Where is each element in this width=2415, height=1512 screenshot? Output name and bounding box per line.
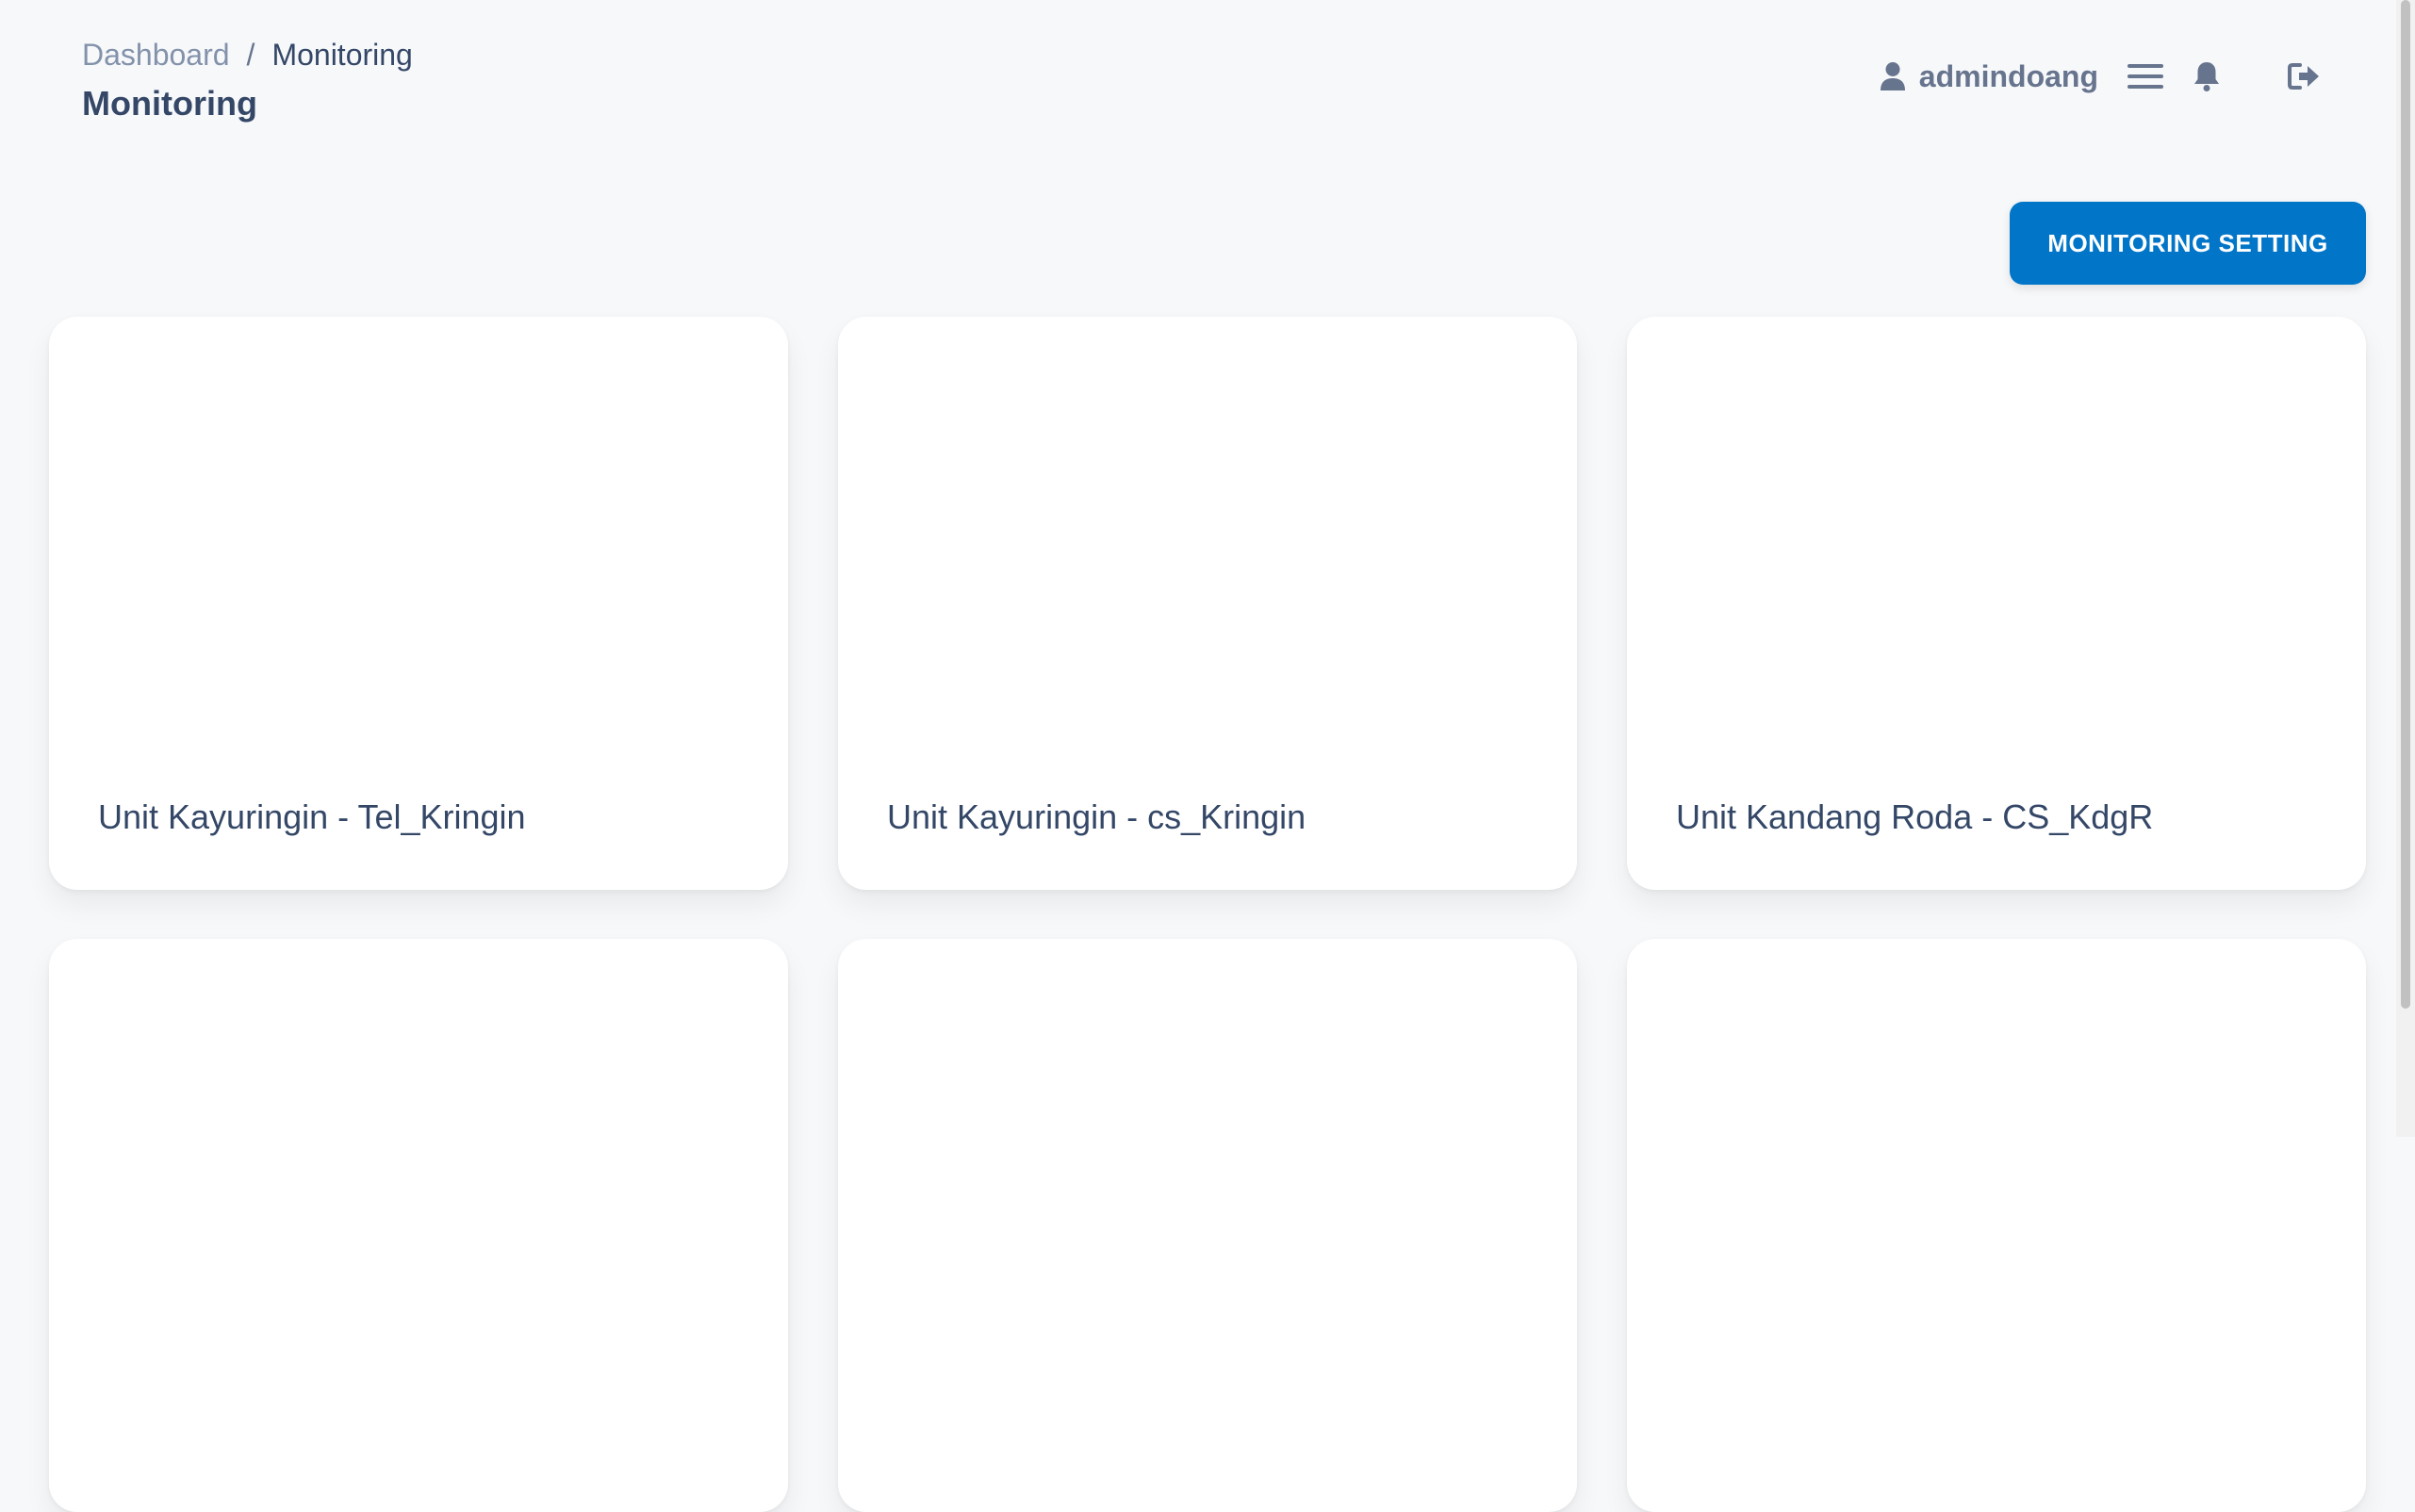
monitoring-card[interactable]: Unit Kandang Roda - CS_KdgR [1627, 317, 2366, 890]
monitoring-card-grid: Unit Kayuringin - Tel_Kringin Unit Kayur… [49, 317, 2366, 1512]
page-title: Monitoring [82, 84, 257, 123]
monitoring-card[interactable] [838, 939, 1577, 1512]
user-icon [1880, 61, 1906, 91]
username-label: admindoang [1918, 58, 2098, 93]
breadcrumb: Dashboard / Monitoring [82, 34, 413, 75]
page-header: Dashboard / Monitoring Monitoring [82, 34, 413, 126]
scrollbar-thumb[interactable] [2401, 0, 2410, 1009]
card-label: Unit Kandang Roda - CS_KdgR [1676, 797, 2154, 836]
vertical-scrollbar[interactable] [2396, 0, 2415, 1137]
sign-out-icon[interactable] [2287, 61, 2321, 91]
card-label: Unit Kayuringin - Tel_Kringin [98, 797, 526, 836]
topbar: admindoang [1880, 53, 2321, 100]
breadcrumb-dashboard-link[interactable]: Dashboard [82, 34, 230, 75]
card-label: Unit Kayuringin - cs_Kringin [887, 797, 1306, 836]
monitoring-setting-button[interactable]: MONITORING SETTING [2010, 202, 2366, 285]
breadcrumb-current: Monitoring [271, 38, 413, 72]
monitoring-card[interactable]: Unit Kayuringin - Tel_Kringin [49, 317, 788, 890]
monitoring-card[interactable] [49, 939, 788, 1512]
monitoring-card[interactable] [1627, 939, 2366, 1512]
user-profile[interactable]: admindoang [1880, 59, 2098, 94]
menu-icon[interactable] [2127, 61, 2164, 91]
breadcrumb-separator: / [246, 38, 255, 72]
bell-icon[interactable] [2193, 60, 2221, 92]
monitoring-card[interactable]: Unit Kayuringin - cs_Kringin [838, 317, 1577, 890]
